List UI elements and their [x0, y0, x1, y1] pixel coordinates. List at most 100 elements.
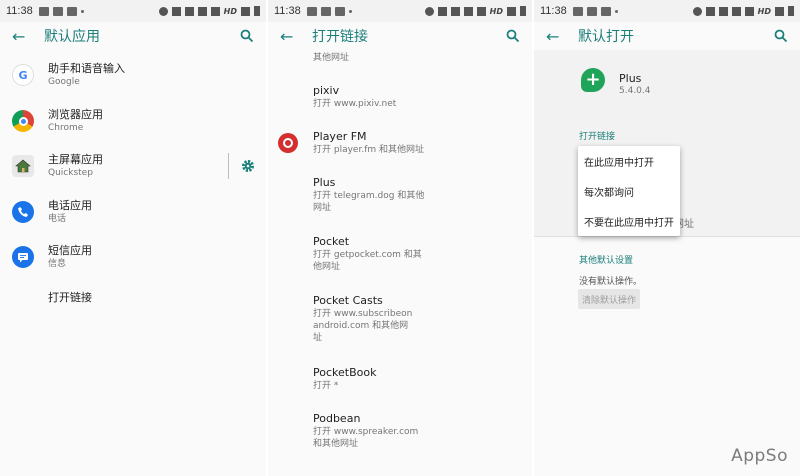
network-type: HD: [223, 6, 237, 16]
menu-dont-open-in-app[interactable]: 不要在此应用中打开: [578, 206, 680, 236]
checkbox-notification-icon: [600, 6, 611, 16]
signal-icon: [507, 6, 516, 16]
item-subtitle: 和其他网址: [313, 439, 359, 449]
link-app-pocket[interactable]: Pocket 打开 getpocket.com 和其 他网址: [313, 235, 513, 273]
open-links-screen: 11:38 HD ← 打开链接 其他网址 pixiv 打开 www.pixiv.: [268, 0, 532, 476]
wifi-icon: [463, 6, 473, 16]
default-apps-screen: 11:38 HD ← 默认应用 G 助手和语音输入 Google 浏览器应用 C…: [0, 0, 266, 476]
nfc-icon: [705, 6, 715, 16]
list-item-partial: 其他网址: [313, 52, 513, 64]
network-type: HD: [757, 6, 771, 16]
item-subtitle: android.com 和其他网: [313, 321, 409, 331]
signal-icon: [775, 6, 784, 16]
battery-icon: [254, 6, 260, 16]
link-app-pocket-casts[interactable]: Pocket Casts 打开 www.subscribeon android.…: [313, 294, 513, 344]
clear-defaults-button[interactable]: 清除默认操作: [578, 289, 640, 309]
watermark-logo: AppSo: [731, 446, 788, 466]
item-subtitle: 其他网址: [313, 53, 350, 63]
image-notification-icon: [572, 6, 583, 16]
link-icon: [450, 6, 460, 16]
page-title: 默认打开: [578, 29, 634, 45]
item-title: PocketBook: [313, 366, 377, 379]
item-subtitle: 打开 www.subscribeon: [313, 309, 413, 319]
system-icons: HD: [424, 6, 526, 16]
app-bar: ← 默认应用: [0, 22, 266, 50]
back-arrow-icon[interactable]: ←: [12, 27, 36, 46]
system-icons: HD: [158, 6, 260, 16]
divider: [534, 236, 800, 237]
link-app-pocketbook[interactable]: PocketBook 打开 *: [313, 366, 513, 392]
back-arrow-icon[interactable]: ←: [280, 27, 304, 46]
alarm-icon: [692, 6, 702, 16]
page-title: 默认应用: [44, 29, 100, 45]
search-icon[interactable]: [240, 28, 254, 47]
default-app-open-links[interactable]: 打开链接: [0, 290, 266, 306]
no-defaults-text: 没有默认操作。: [579, 277, 643, 287]
link-app-player-fm[interactable]: Player FM 打开 player.fm 和其他网址: [313, 130, 513, 156]
notification-icons: [38, 6, 84, 16]
image-notification-icon: [306, 6, 317, 16]
gear-icon: [241, 160, 254, 172]
nfc-icon: [437, 6, 447, 16]
item-subtitle: 打开 getpocket.com 和其: [313, 250, 422, 260]
link-app-plus[interactable]: Plus 打开 telegram.dog 和其他 网址: [313, 176, 513, 214]
open-links-header: 打开链接: [579, 132, 616, 142]
item-subtitle: Quickstep: [48, 168, 93, 178]
item-subtitle: 打开 www.spreaker.com: [313, 427, 419, 437]
open-by-default-screen: 11:38 HD ← 默认打开 + Plus 5.4.0.4 打开链接 网址 在…: [534, 0, 800, 476]
menu-ask-every-time[interactable]: 每次都询问: [578, 176, 680, 206]
app-bar: ← 默认打开: [534, 22, 800, 50]
back-arrow-icon[interactable]: ←: [546, 27, 570, 46]
phone-icon: [12, 201, 34, 223]
default-app-phone[interactable]: 电话应用 电话: [0, 199, 266, 225]
default-app-browser[interactable]: 浏览器应用 Chrome: [0, 108, 266, 134]
item-subtitle: 电话: [48, 214, 67, 224]
app-version: 5.4.0.4: [619, 86, 651, 96]
system-icons: HD: [692, 6, 794, 16]
item-title: Player FM: [313, 130, 367, 143]
open-links-popup-menu: 在此应用中打开 每次都询问 不要在此应用中打开: [578, 146, 680, 236]
status-bar: 11:38 HD: [534, 0, 800, 22]
player-fm-icon: [278, 133, 298, 153]
status-bar: 11:38 HD: [268, 0, 532, 22]
wifi-icon: [731, 6, 741, 16]
checkbox-notification-icon: [334, 6, 345, 16]
plus-app-icon: +: [581, 68, 605, 92]
status-bar: 11:38 HD: [0, 0, 266, 22]
menu-open-in-app[interactable]: 在此应用中打开: [578, 146, 680, 176]
item-title: 助手和语音输入: [48, 62, 125, 75]
default-app-assistant[interactable]: G 助手和语音输入 Google: [0, 62, 266, 88]
item-title: 主屏幕应用: [48, 153, 103, 166]
item-title: Podbean: [313, 412, 361, 425]
link-icon: [184, 6, 194, 16]
image-notification-icon: [320, 6, 331, 16]
page-title: 打开链接: [312, 29, 368, 45]
item-subtitle: 信息: [48, 259, 67, 269]
more-notifications-dot-icon: [80, 9, 84, 13]
status-time: 11:38: [540, 5, 567, 17]
google-icon: G: [12, 64, 34, 86]
alarm-icon: [158, 6, 168, 16]
item-subtitle: Google: [48, 77, 80, 87]
battery-icon: [520, 6, 526, 16]
search-icon[interactable]: [506, 28, 520, 47]
link-app-pixiv[interactable]: pixiv 打开 www.pixiv.net: [313, 84, 513, 110]
item-title: 浏览器应用: [48, 108, 103, 121]
status-time: 11:38: [274, 5, 301, 17]
default-app-home[interactable]: 主屏幕应用 Quickstep: [0, 153, 266, 179]
link-app-podbean[interactable]: Podbean 打开 www.spreaker.com 和其他网址: [313, 412, 513, 450]
search-icon[interactable]: [774, 28, 788, 47]
home-settings-button[interactable]: [228, 153, 266, 179]
signal-icon: [241, 6, 250, 16]
item-subtitle: 他网址: [313, 262, 341, 272]
item-title: 电话应用: [48, 199, 92, 212]
item-title: 短信应用: [48, 244, 92, 257]
checkbox-notification-icon: [66, 6, 77, 16]
notification-icons: [306, 6, 352, 16]
item-title: Pocket Casts: [313, 294, 383, 307]
item-subtitle: 打开 telegram.dog 和其他: [313, 191, 425, 201]
chrome-icon: [12, 110, 34, 132]
item-title: pixiv: [313, 84, 340, 97]
wifi-icon: [197, 6, 207, 16]
default-app-sms[interactable]: 短信应用 信息: [0, 244, 266, 270]
